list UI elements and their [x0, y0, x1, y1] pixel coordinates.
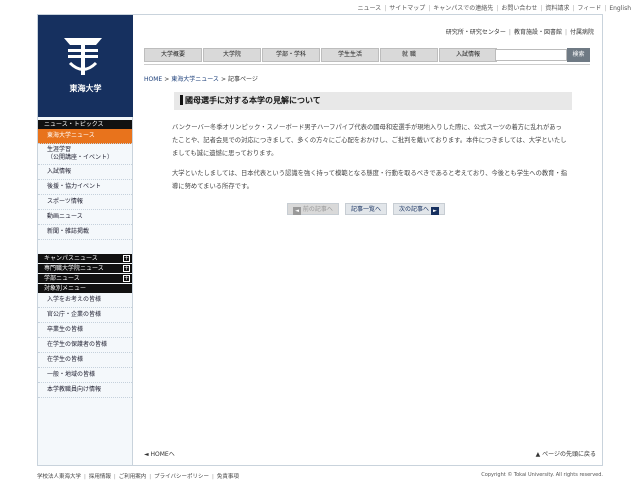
copyright: Copyright © Tokai University. All rights…: [481, 472, 603, 478]
article-paragraph-1: バンクーバー冬季オリンピック・スノーボード男子ハーフパイプ代表の國母和宏選手が現…: [172, 124, 567, 157]
nav-item-admissions[interactable]: 入試情報: [439, 48, 497, 62]
expand-icon[interactable]: +: [123, 265, 130, 272]
article-pager: ◄ 前の記事へ 記事一覧へ 次の記事へ ►: [287, 203, 451, 215]
next-article-button[interactable]: 次の記事へ ►: [392, 203, 445, 215]
sidebar-item-community[interactable]: 一般・地域の皆様: [38, 368, 132, 383]
sidebar-item-admissions[interactable]: 入試情報: [38, 165, 132, 180]
util-link-hospital[interactable]: 付属病院: [570, 29, 594, 36]
nav-divider: [144, 64, 590, 65]
footer-link-recruitment[interactable]: 採用情報: [89, 474, 111, 480]
prev-article-button: ◄ 前の記事へ: [287, 203, 339, 215]
sidebar-heading-news: ニュース・トピックス: [38, 120, 132, 129]
top-link-english[interactable]: English: [609, 5, 631, 12]
sidebar-item-lifelong-learning[interactable]: 生涯学習 （公開講座・イベント）: [38, 144, 132, 165]
arrow-left-icon: ◄: [293, 207, 301, 215]
footer-link-usage[interactable]: ご利用案内: [119, 474, 147, 480]
footer-link-privacy[interactable]: プライバシーポリシー: [154, 474, 209, 480]
sidebar-heading-faculty[interactable]: 学部ニュース +: [38, 274, 132, 283]
util-link-facilities[interactable]: 教育施設・図書館: [514, 29, 562, 36]
breadcrumb: HOME > 東海大学ニュース > 記事ページ: [144, 76, 258, 83]
footer: 学校法人東海大学 | 採用情報 | ご利用案内 | プライバシーポリシー | 免責事項 Copy…: [37, 472, 603, 480]
sidebar-item-video-news[interactable]: 動画ニュース: [38, 210, 132, 225]
nav-item-about[interactable]: 大学概要: [144, 48, 202, 62]
logo[interactable]: 東海大学: [38, 15, 133, 117]
page-frame: 東海大学 ニュース・トピックス 東海大学ニュース 生涯学習 （公開講座・イベント…: [37, 14, 603, 466]
footer-link-corporation[interactable]: 学校法人東海大学: [37, 474, 81, 480]
article-paragraph-2: 大学といたしましては、日本代表という認識を強く持って模範となる態度・行動を取るべ…: [172, 170, 568, 190]
top-link-news[interactable]: ニュース: [357, 5, 381, 12]
top-link-sitemap[interactable]: サイトマップ: [389, 5, 425, 12]
tokai-university-logo-icon: [64, 38, 102, 75]
sidebar-item-sponsored-events[interactable]: 後援・協力イベント: [38, 180, 132, 195]
global-nav: 大学概要 大学院 学部・学科 学生生活 就 職 入試情報: [144, 48, 498, 62]
nav-item-graduate[interactable]: 大学院: [203, 48, 261, 62]
sidebar-item-parents[interactable]: 在学生の保護者の皆様: [38, 338, 132, 353]
logo-text: 東海大学: [69, 84, 102, 93]
sidebar-heading-audience: 対象別メニュー: [38, 284, 132, 293]
utility-links: 研究所・研究センター | 教育施設・図書館 | 付属病院: [445, 29, 594, 36]
sidebar-item-government-business[interactable]: 官公庁・企業の皆様: [38, 308, 132, 323]
sidebar-heading-graduate[interactable]: 専門職大学院ニュース +: [38, 264, 132, 273]
article-title: 國母選手に対する本学の見解について: [174, 92, 572, 110]
top-link-feed[interactable]: フィード: [577, 5, 601, 12]
top-link-campus-contacts[interactable]: キャンパスでの連絡先: [433, 5, 493, 12]
sidebar: 東海大学 ニュース・トピックス 東海大学ニュース 生涯学習 （公開講座・イベント…: [38, 15, 133, 465]
sidebar-item-tokai-news[interactable]: 東海大学ニュース: [38, 129, 132, 144]
article-list-button[interactable]: 記事一覧へ: [344, 203, 387, 215]
top-link-request-materials[interactable]: 資料請求: [545, 5, 569, 12]
util-link-research[interactable]: 研究所・研究センター: [446, 29, 506, 36]
back-to-home-link[interactable]: ◄ HOMEへ: [144, 449, 175, 458]
nav-item-careers[interactable]: 就 職: [380, 48, 438, 62]
nav-item-student-life[interactable]: 学生生活: [321, 48, 379, 62]
breadcrumb-news[interactable]: 東海大学ニュース: [171, 76, 219, 83]
expand-icon[interactable]: +: [123, 255, 130, 262]
page-top-link[interactable]: ▲ ページの先頭に戻る: [536, 449, 596, 458]
arrow-right-icon: ►: [430, 207, 439, 215]
sidebar-heading-campus[interactable]: キャンパスニュース +: [38, 254, 132, 263]
nav-item-faculties[interactable]: 学部・学科: [262, 48, 320, 62]
sidebar-item-sports[interactable]: スポーツ情報: [38, 195, 132, 210]
main-content: 研究所・研究センター | 教育施設・図書館 | 付属病院 大学概要 大学院 学部・学科 …: [134, 15, 602, 465]
top-links: ニュース | サイトマップ | キャンパスでの連絡先 | お問い合わせ | 資料請求 | フィード |…: [357, 5, 631, 12]
title-marker-icon: [180, 95, 183, 105]
search-input[interactable]: [495, 49, 567, 61]
breadcrumb-current: 記事ページ: [227, 76, 258, 83]
search-button[interactable]: 検索: [567, 48, 590, 62]
breadcrumb-home[interactable]: HOME: [144, 76, 162, 83]
sidebar-item-prospective[interactable]: 入学をお考えの皆様: [38, 293, 132, 308]
sidebar-item-press[interactable]: 新聞・雑誌掲載: [38, 225, 132, 240]
expand-icon[interactable]: +: [123, 275, 130, 282]
sidebar-item-staff[interactable]: 本学教職員向け情報: [38, 383, 132, 398]
top-link-contact[interactable]: お問い合わせ: [501, 5, 537, 12]
sidebar-item-alumni[interactable]: 卒業生の皆様: [38, 323, 132, 338]
footer-link-disclaimer[interactable]: 免責事項: [217, 474, 239, 480]
sidebar-item-students[interactable]: 在学生の皆様: [38, 353, 132, 368]
